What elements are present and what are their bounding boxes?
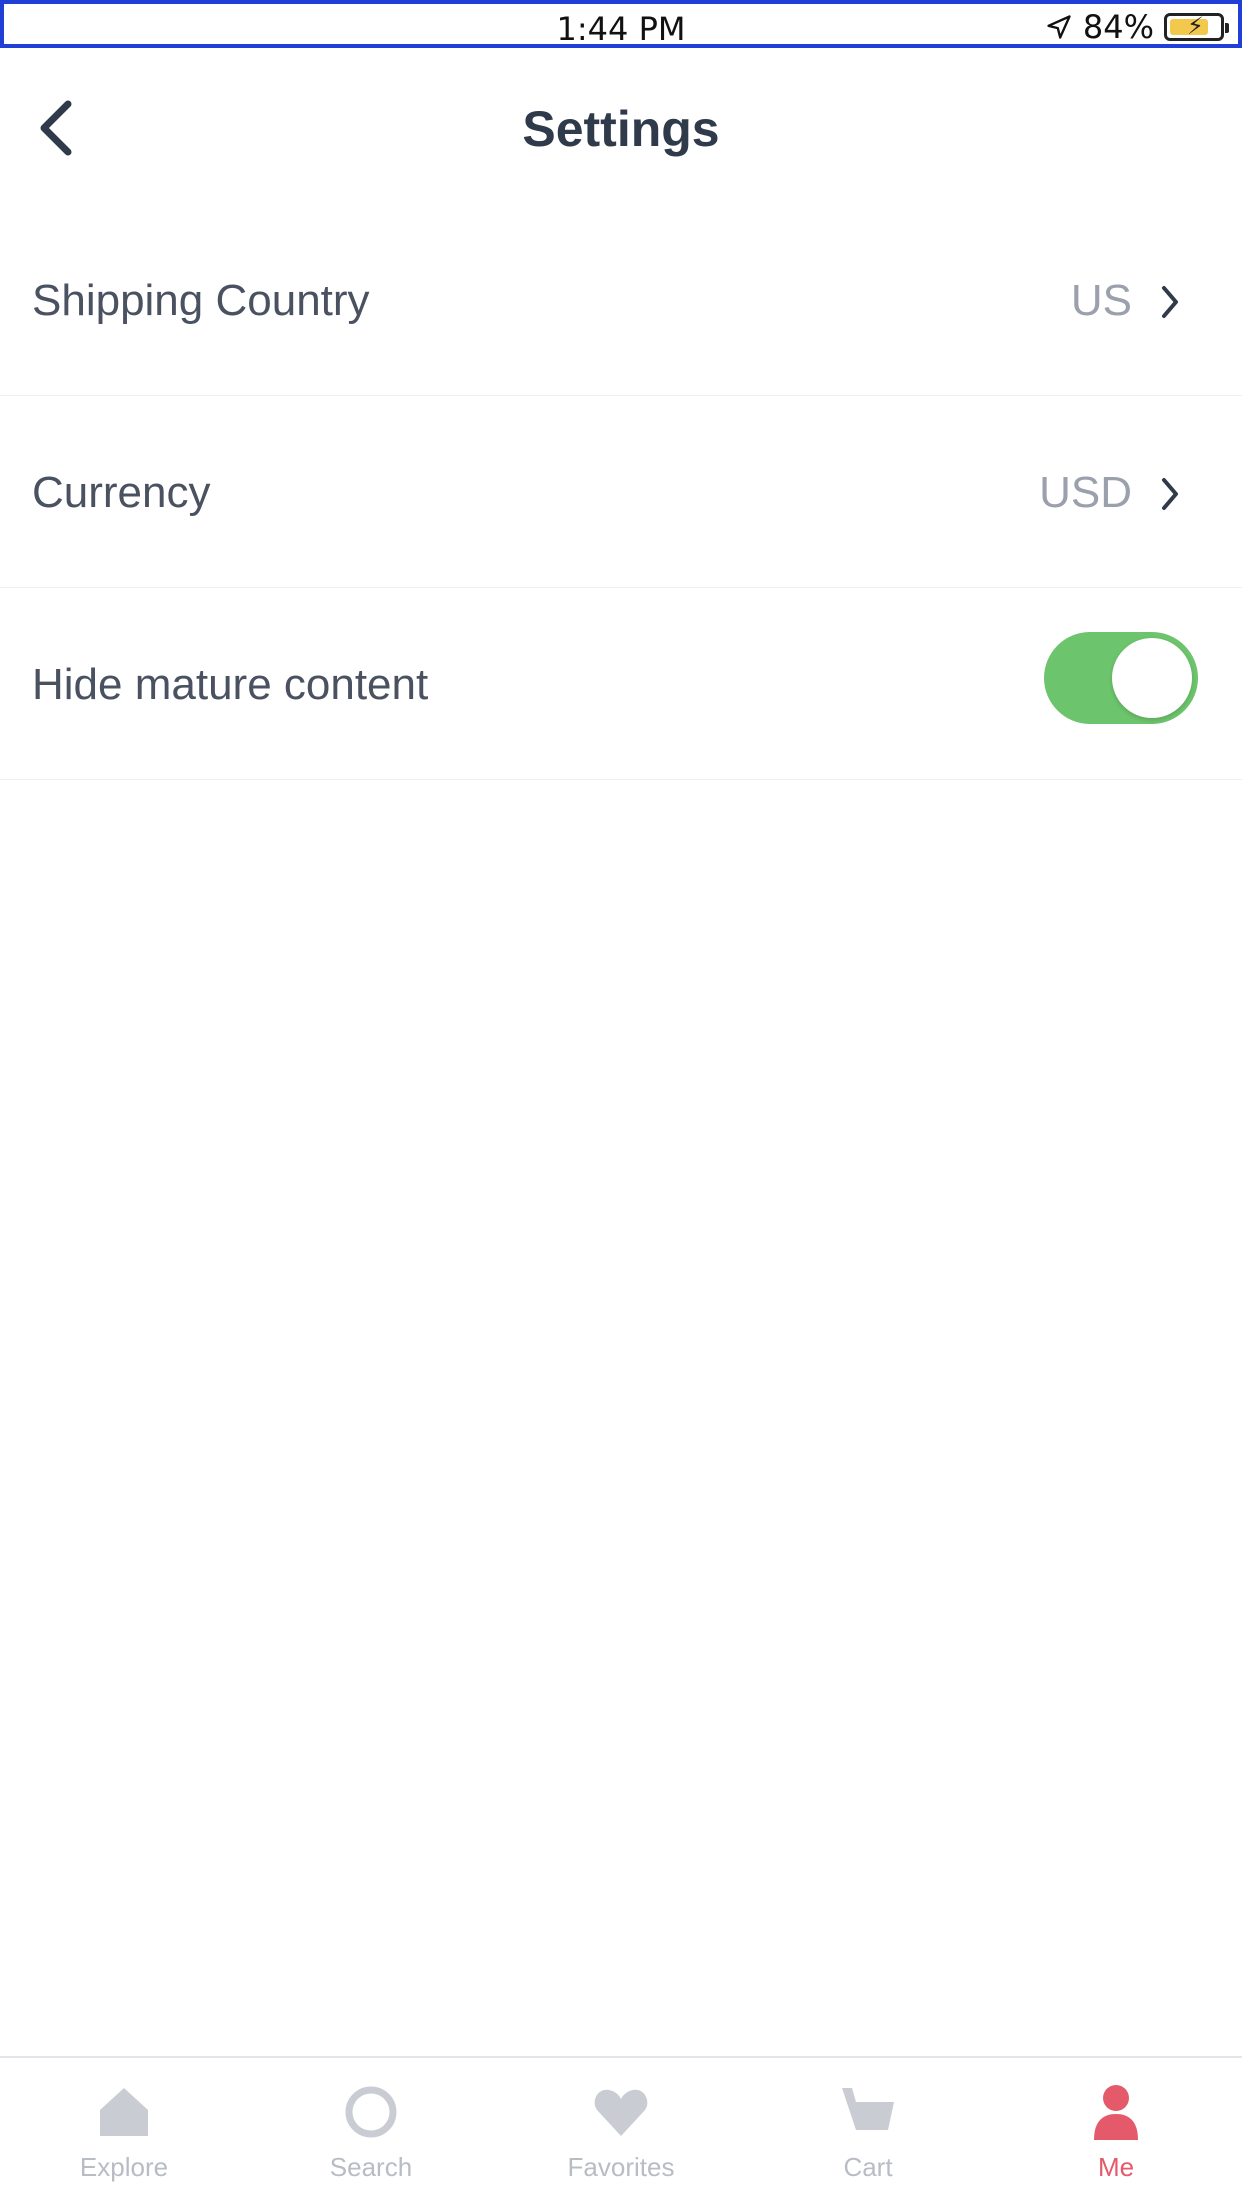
shipping-country-label: Shipping Country bbox=[32, 276, 370, 325]
bottom-tab-bar: Explore Search Favorites Cart Me bbox=[0, 2056, 1242, 2208]
location-icon bbox=[1047, 15, 1071, 39]
chevron-right-icon bbox=[1162, 478, 1178, 510]
cart-icon bbox=[842, 2088, 894, 2130]
tab-me-label: Me bbox=[1097, 2152, 1135, 2182]
tab-favorites[interactable]: Favorites bbox=[541, 2080, 701, 2200]
page-title: Settings bbox=[522, 101, 720, 157]
shipping-country-value: US bbox=[1070, 276, 1132, 325]
search-icon bbox=[345, 2086, 397, 2138]
hide-mature-content-label: Hide mature content bbox=[32, 660, 429, 709]
tab-favorites-label: Favorites bbox=[567, 2152, 675, 2182]
heart-icon bbox=[594, 2089, 648, 2136]
battery-icon: ⚡ bbox=[1164, 12, 1229, 41]
tab-search-label: Search bbox=[329, 2152, 413, 2182]
shipping-country-row[interactable]: Shipping Country US bbox=[0, 204, 1242, 396]
tab-cart[interactable]: Cart bbox=[788, 2080, 948, 2200]
hide-mature-content-row: Hide mature content bbox=[0, 588, 1242, 780]
hide-mature-content-switch[interactable] bbox=[1044, 632, 1198, 724]
tab-me[interactable]: Me bbox=[1036, 2080, 1196, 2200]
tab-cart-label: Cart bbox=[843, 2152, 893, 2182]
status-bar: 1:44 PM 84% ⚡ bbox=[0, 0, 1242, 48]
switch-knob bbox=[1112, 638, 1192, 718]
currency-row[interactable]: Currency USD bbox=[0, 396, 1242, 588]
home-icon bbox=[100, 2088, 148, 2136]
currency-value: USD bbox=[1039, 468, 1132, 517]
status-right: 84% ⚡ bbox=[1045, 8, 1229, 46]
tab-explore[interactable]: Explore bbox=[44, 2080, 204, 2200]
chevron-right-icon bbox=[1162, 286, 1178, 318]
currency-label: Currency bbox=[32, 468, 211, 517]
tab-search[interactable]: Search bbox=[291, 2080, 451, 2200]
tab-explore-label: Explore bbox=[79, 2152, 169, 2182]
battery-percent: 84% bbox=[1082, 8, 1154, 46]
user-icon bbox=[1094, 2085, 1138, 2140]
